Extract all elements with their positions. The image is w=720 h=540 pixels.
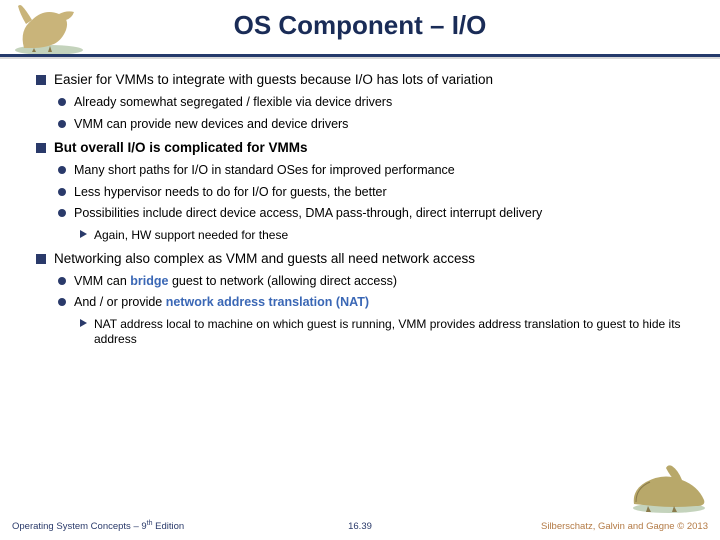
header: OS Component – I/O [0,0,720,60]
bullet-l2: Possibilities include direct device acce… [58,206,700,222]
content: Easier for VMMs to integrate with guests… [36,72,700,352]
bullet-l3: NAT address local to machine on which gu… [80,317,700,347]
highlight: bridge [130,274,168,288]
footer-copyright: Silberschatz, Galvin and Gagne © 2013 [541,521,708,532]
text: And / or provide [74,295,166,309]
text: VMM can [74,274,130,288]
dino-left-image [4,0,94,56]
slide: OS Component – I/O Easier for VMMs to in… [0,0,720,540]
bullet-l2: VMM can bridge guest to network (allowin… [58,274,700,290]
slide-title: OS Component – I/O [0,0,720,41]
dino-right-image [624,458,714,514]
bullet-l2: Many short paths for I/O in standard OSe… [58,163,700,179]
bullet-l2: Less hypervisor needs to do for I/O for … [58,185,700,201]
text: guest to network (allowing direct access… [168,274,397,288]
highlight: network address translation (NAT) [166,295,369,309]
bullet-l2: VMM can provide new devices and device d… [58,117,700,133]
title-rule-shadow [0,57,720,59]
bullet-l1: Easier for VMMs to integrate with guests… [36,72,700,89]
bullet-l2: And / or provide network address transla… [58,295,700,311]
bullet-l2: Already somewhat segregated / flexible v… [58,95,700,111]
bullet-l1: Networking also complex as VMM and guest… [36,251,700,268]
bullet-l3: Again, HW support needed for these [80,228,700,243]
bullet-l1: But overall I/O is complicated for VMMs [36,140,700,157]
